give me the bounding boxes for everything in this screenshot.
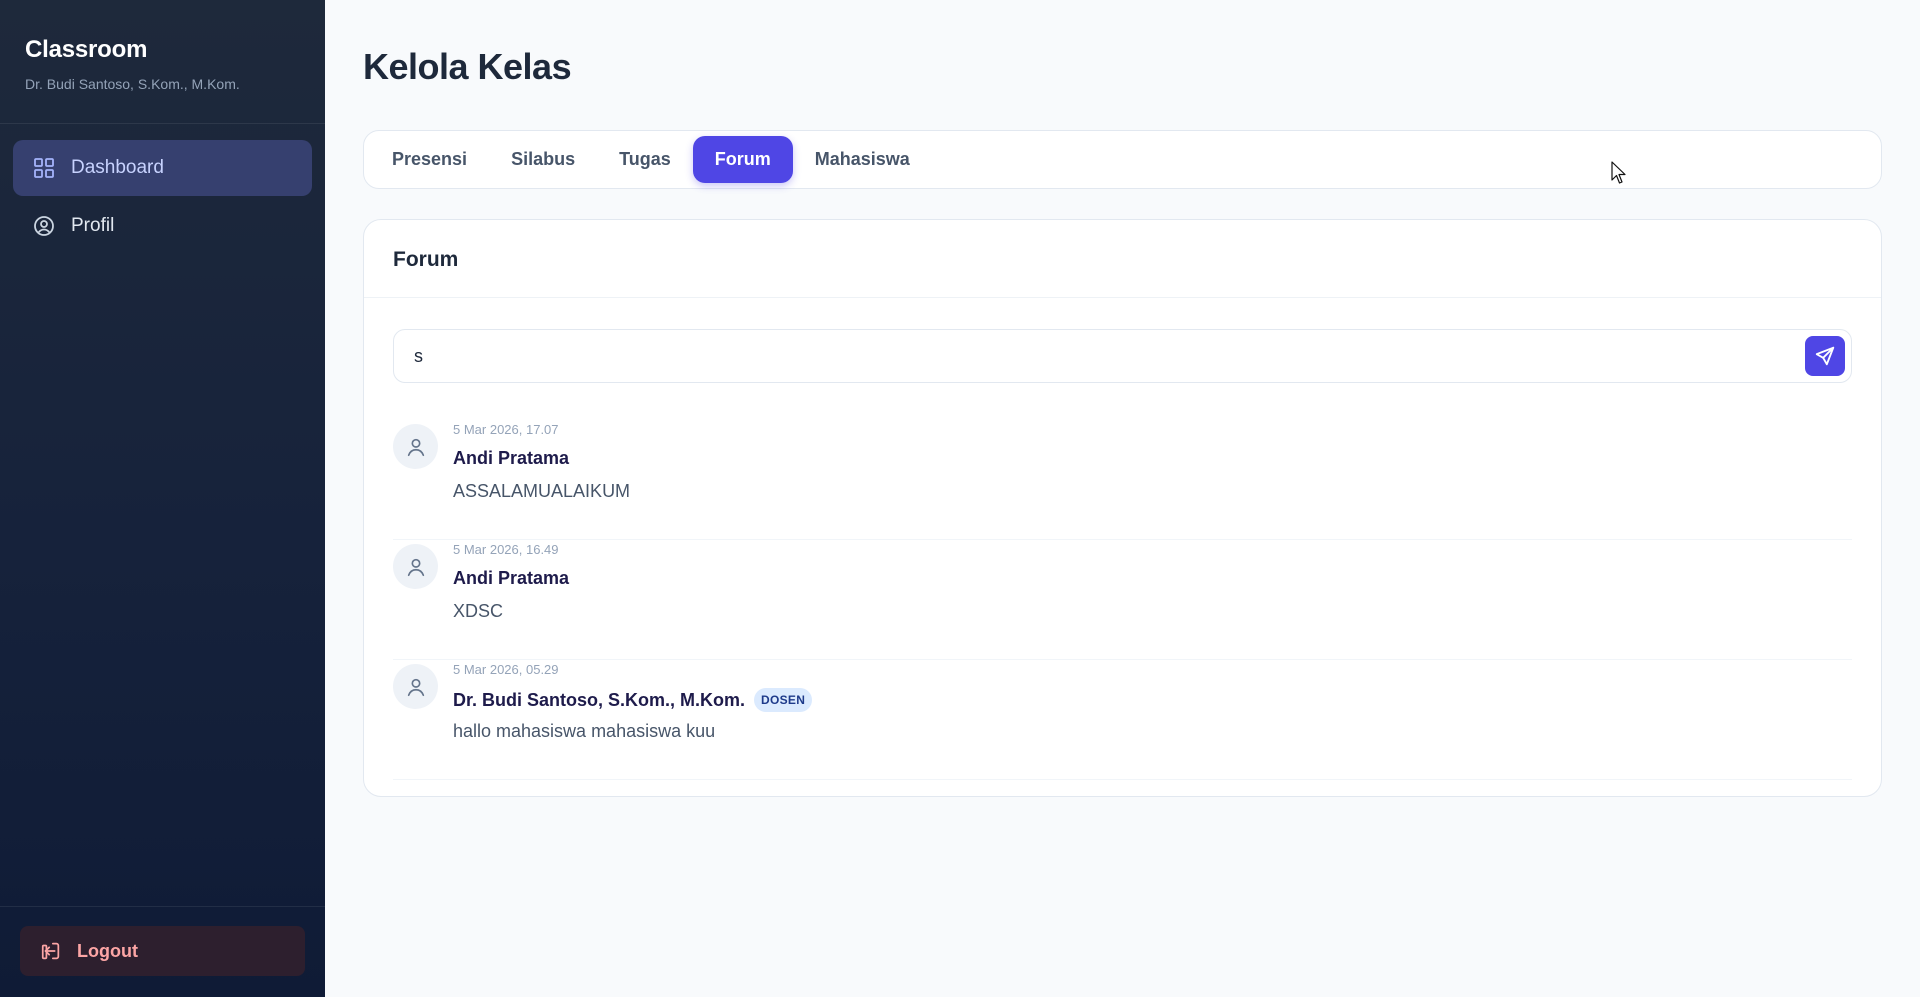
brand-title: Classroom bbox=[25, 36, 148, 63]
forum-card: Forum 5 Mar 202 bbox=[363, 219, 1882, 797]
logout-label: Logout bbox=[77, 940, 138, 961]
role-badge: DOSEN bbox=[754, 688, 813, 712]
sidebar-item-dashboard[interactable]: Dashboard bbox=[13, 140, 312, 196]
logout-icon bbox=[40, 940, 62, 962]
brand-subtitle: Dr. Budi Santoso, S.Kom., M.Kom. bbox=[25, 76, 240, 92]
forum-title: Forum bbox=[364, 220, 1881, 298]
sidebar-item-label: Profil bbox=[71, 215, 115, 236]
tab-tugas[interactable]: Tugas bbox=[597, 136, 693, 183]
forum-post: 5 Mar 2026, 05.29 Dr. Budi Santoso, S.Ko… bbox=[393, 660, 1852, 780]
forum-composer bbox=[393, 329, 1852, 383]
post-body: XDSC bbox=[453, 601, 504, 621]
brand: Classroom Dr. Budi Santoso, S.Kom., M.Ko… bbox=[0, 0, 325, 124]
sidebar-item-profil[interactable]: Profil bbox=[13, 198, 312, 254]
tab-bar: Presensi Silabus Tugas Forum Mahasiswa bbox=[363, 130, 1882, 189]
sidebar-item-label: Dashboard bbox=[71, 157, 164, 178]
tab-presensi[interactable]: Presensi bbox=[370, 136, 489, 183]
sidebar: Classroom Dr. Budi Santoso, S.Kom., M.Ko… bbox=[0, 0, 325, 997]
post-timestamp: 5 Mar 2026, 16.49 bbox=[453, 542, 559, 557]
user-icon bbox=[407, 678, 424, 696]
avatar bbox=[393, 424, 438, 469]
post-author-name: Andi Pratama bbox=[453, 448, 570, 468]
forum-post: 5 Mar 2026, 16.49 Andi Pratama XDSC bbox=[393, 540, 1852, 660]
forum-post: 5 Mar 2026, 17.07 Andi Pratama ASSALAMUA… bbox=[393, 420, 1852, 540]
sidebar-nav: Dashboard Profil bbox=[0, 124, 325, 254]
post-author: Andi Pratama bbox=[453, 568, 569, 589]
post-timestamp: 5 Mar 2026, 05.29 bbox=[453, 662, 559, 677]
user-circle-icon bbox=[32, 214, 56, 238]
page-title: Kelola Kelas bbox=[363, 46, 572, 87]
logout-button[interactable]: Logout bbox=[20, 926, 305, 976]
tab-forum[interactable]: Forum bbox=[692, 136, 793, 183]
post-author-name: Dr. Budi Santoso, S.Kom., M.Kom. bbox=[453, 689, 746, 710]
user-icon bbox=[407, 438, 424, 456]
avatar bbox=[393, 544, 438, 589]
main-content: Kelola Kelas Presensi Silabus Tugas Foru… bbox=[325, 0, 1920, 997]
user-icon bbox=[407, 558, 424, 576]
forum-message-input[interactable] bbox=[414, 330, 1774, 382]
post-body: hallo mahasiswa mahasiswa kuu bbox=[453, 721, 716, 741]
mouse-cursor-icon bbox=[1611, 161, 1627, 185]
post-timestamp: 5 Mar 2026, 17.07 bbox=[453, 422, 559, 437]
sidebar-footer: Logout bbox=[0, 906, 325, 997]
forum-post-list: 5 Mar 2026, 17.07 Andi Pratama ASSALAMUA… bbox=[393, 420, 1852, 780]
post-body: ASSALAMUALAIKUM bbox=[453, 481, 631, 501]
post-author-name: Andi Pratama bbox=[453, 568, 570, 588]
post-author: Andi Pratama bbox=[453, 448, 569, 469]
avatar bbox=[393, 664, 438, 709]
grid-icon bbox=[32, 156, 56, 180]
send-icon bbox=[1814, 345, 1836, 367]
tab-silabus[interactable]: Silabus bbox=[489, 136, 597, 183]
post-author: Dr. Budi Santoso, S.Kom., M.Kom. DOSEN bbox=[453, 688, 813, 712]
tab-mahasiswa[interactable]: Mahasiswa bbox=[793, 136, 932, 183]
send-button[interactable] bbox=[1805, 336, 1845, 376]
